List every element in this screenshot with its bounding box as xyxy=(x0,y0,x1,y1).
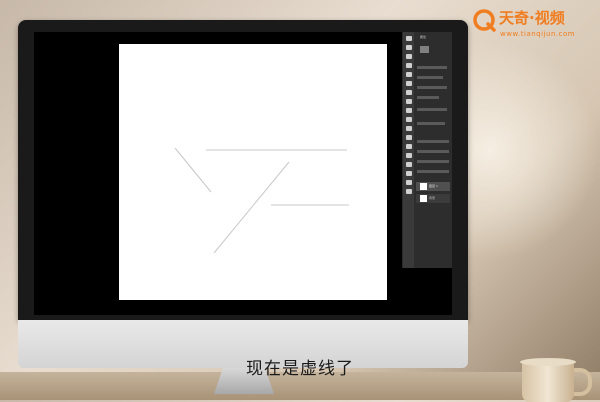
monitor-bezel: 属性 图层 1 背景 xyxy=(18,20,468,320)
history-tool-icon[interactable] xyxy=(406,99,412,104)
text-tool-icon[interactable] xyxy=(406,153,412,158)
hand-tool-icon[interactable] xyxy=(406,180,412,185)
logo-brand-text: 天奇·视频 xyxy=(499,9,565,27)
stamp-tool-icon[interactable] xyxy=(406,90,412,95)
logo-url-text: www.tianqijun.com xyxy=(500,30,576,38)
tianqi-logo: 天奇·视频 www.tianqijun.com xyxy=(472,6,596,44)
layers-tab-row[interactable] xyxy=(417,140,449,143)
monitor: 属性 图层 1 背景 xyxy=(18,20,468,394)
move-tool-icon[interactable] xyxy=(406,36,412,41)
pen-tool-icon[interactable] xyxy=(406,144,412,149)
panel-row xyxy=(417,96,439,99)
shape-tool-icon[interactable] xyxy=(406,171,412,176)
coffee-mug xyxy=(522,362,574,402)
zoom-tool-icon[interactable] xyxy=(406,189,412,194)
logo-mark-icon xyxy=(473,9,496,32)
layers-lock-row[interactable] xyxy=(417,170,449,173)
layer-row[interactable]: 背景 xyxy=(416,194,450,203)
mug-rim xyxy=(520,358,576,366)
screen: 属性 图层 1 背景 xyxy=(34,32,452,315)
crop-tool-icon[interactable] xyxy=(406,63,412,68)
lasso-tool-icon[interactable] xyxy=(406,54,412,59)
brush-tool-icon[interactable] xyxy=(406,81,412,86)
canvas-line-diagonal-long xyxy=(213,161,290,254)
canvas-line-diagonal-short xyxy=(174,147,212,193)
eyedropper-tool-icon[interactable] xyxy=(406,72,412,77)
properties-swatch[interactable] xyxy=(420,46,429,53)
photoshop-panels: 属性 图层 1 背景 xyxy=(414,32,452,268)
video-subtitle: 现在是虚线了 xyxy=(246,359,354,379)
properties-panel-title: 属性 xyxy=(420,35,427,39)
panel-row xyxy=(417,86,447,89)
blur-tool-icon[interactable] xyxy=(406,126,412,131)
eraser-tool-icon[interactable] xyxy=(406,108,412,113)
layer-row[interactable]: 图层 1 xyxy=(416,182,450,191)
layer-thumbnail xyxy=(420,183,427,190)
layers-filter-row[interactable] xyxy=(417,150,449,153)
layer-thumbnail xyxy=(420,195,427,202)
path-select-tool-icon[interactable] xyxy=(406,162,412,167)
photoshop-canvas[interactable] xyxy=(119,44,387,300)
layer-name: 图层 1 xyxy=(429,184,438,188)
layers-blend-row[interactable] xyxy=(417,160,449,163)
canvas-drawing xyxy=(174,147,349,254)
panel-row xyxy=(417,122,445,125)
panel-row xyxy=(417,66,447,69)
panel-row xyxy=(417,76,443,79)
layer-name: 背景 xyxy=(429,196,436,200)
marquee-tool-icon[interactable] xyxy=(406,45,412,50)
gradient-tool-icon[interactable] xyxy=(406,117,412,122)
dodge-tool-icon[interactable] xyxy=(406,135,412,140)
panel-row xyxy=(417,108,447,111)
